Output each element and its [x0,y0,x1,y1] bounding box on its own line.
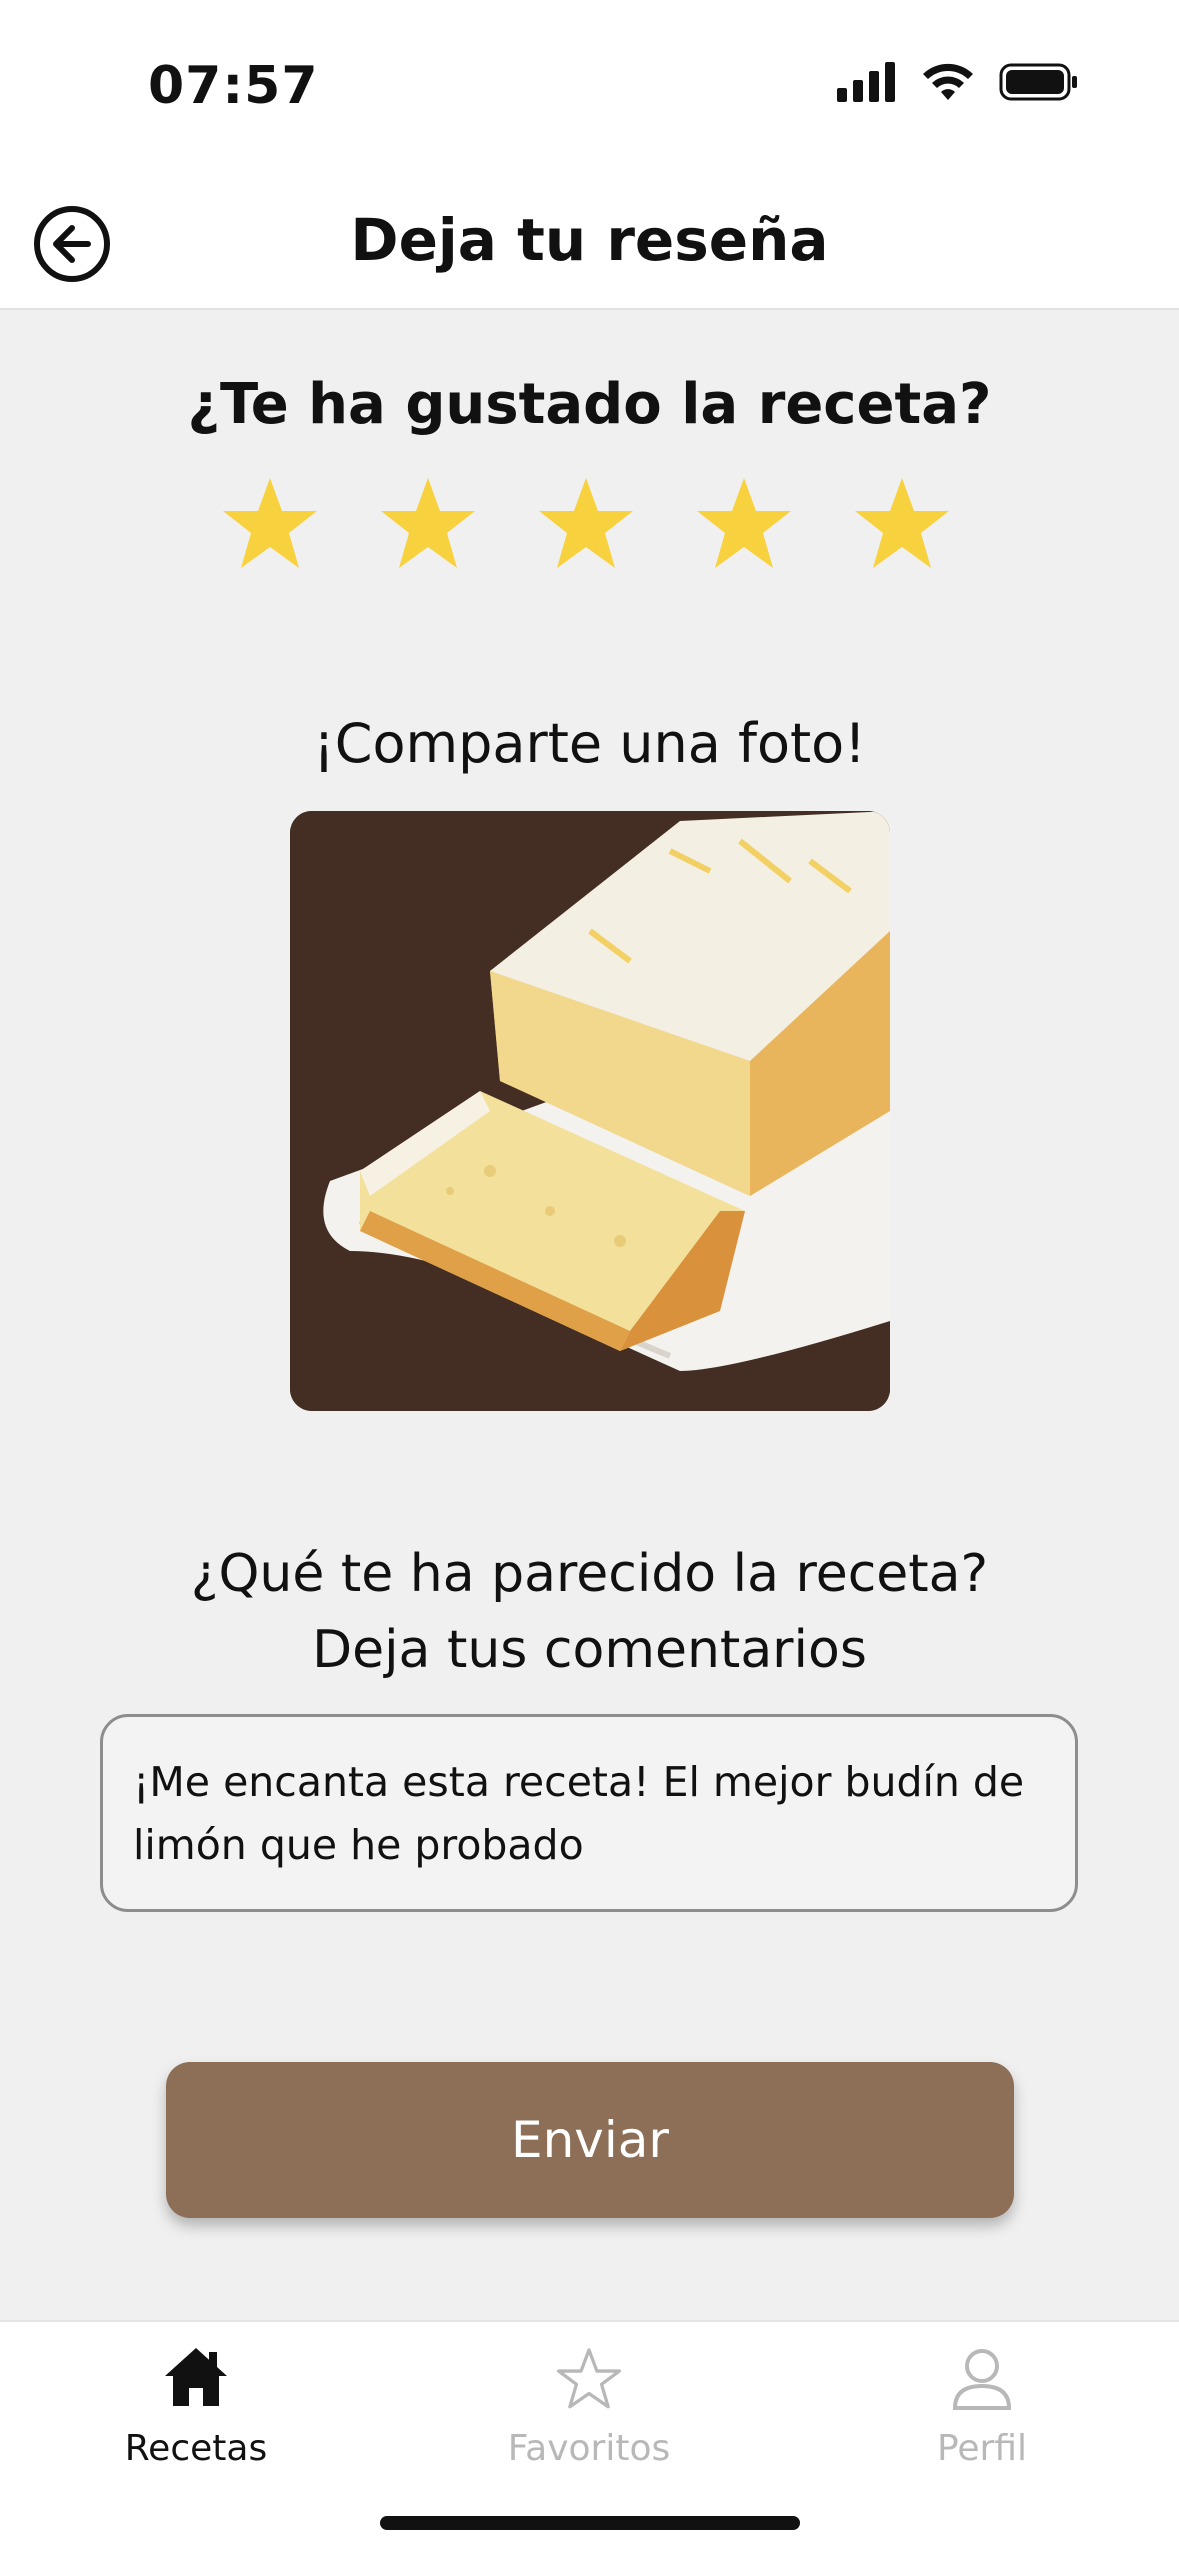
home-icon [165,2348,227,2406]
comment-question-line2: Deja tus comentarios [312,1620,867,1680]
tab-recetas[interactable]: Recetas [66,2346,326,2469]
tab-label-perfil: Perfil [936,2428,1028,2469]
status-bar: 07:57 [0,0,1179,180]
nav-header: Deja tu reseña [0,180,1179,310]
star-icon-5[interactable] [852,474,952,574]
tab-perfil[interactable]: Perfil [852,2346,1112,2469]
person-icon [952,2349,1012,2410]
status-icons [837,62,1079,102]
battery-icon [999,63,1077,101]
rating-question: ¿Te ha gustado la receta? [187,372,992,437]
comment-question-line1: ¿Qué te ha parecido la receta? [190,1544,989,1604]
photo-prompt: ¡Comparte una foto! [313,712,866,775]
tab-label-recetas: Recetas [124,2428,268,2469]
submit-button-label: Enviar [511,2111,669,2169]
star-icon-4[interactable] [694,474,794,574]
comment-question: ¿Qué te ha parecido la receta? Deja tus … [0,1536,1179,1688]
lemon-cake-image [290,811,890,1411]
recipe-photo[interactable] [290,811,890,1411]
wifi-icon [923,63,973,100]
tab-favoritos[interactable]: Favoritos [459,2346,719,2469]
page-title: Deja tu reseña [350,206,829,274]
home-indicator [380,2516,800,2530]
cellular-signal-icon [837,62,895,102]
star-rating[interactable] [220,474,952,574]
submit-button[interactable]: Enviar [166,2062,1014,2218]
star-icon-2[interactable] [378,474,478,574]
status-time: 07:57 [148,56,319,116]
tab-label-favoritos: Favoritos [507,2428,671,2469]
star-outline-icon [556,2348,622,2409]
star-icon-1[interactable] [220,474,320,574]
star-icon-3[interactable] [536,474,636,574]
comment-textarea[interactable]: ¡Me encanta esta receta! El mejor budín … [100,1714,1078,1912]
